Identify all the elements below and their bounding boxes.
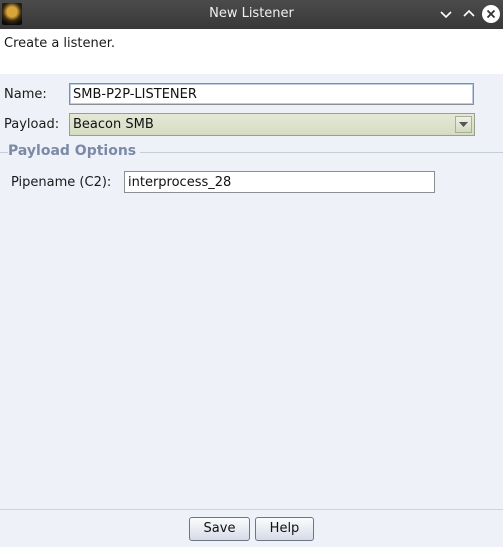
footer-divider bbox=[0, 509, 503, 510]
close-icon bbox=[482, 5, 500, 23]
maximize-button[interactable] bbox=[459, 4, 479, 24]
chevron-up-icon bbox=[463, 9, 475, 17]
pipename-label: Pipename (C2): bbox=[11, 175, 112, 190]
minimize-button[interactable] bbox=[436, 4, 456, 24]
name-field[interactable] bbox=[69, 83, 474, 105]
name-label: Name: bbox=[4, 87, 47, 102]
chevron-down-icon bbox=[440, 11, 452, 19]
close-button[interactable] bbox=[481, 4, 501, 24]
payload-selected-value: Beacon SMB bbox=[73, 117, 154, 132]
title-bar[interactable]: New Listener bbox=[0, 0, 503, 29]
dropdown-arrow-icon[interactable] bbox=[455, 116, 472, 133]
payload-select[interactable]: Beacon SMB bbox=[69, 113, 475, 136]
header-description: Create a listener. bbox=[4, 36, 116, 51]
help-button[interactable]: Help bbox=[255, 517, 314, 541]
payload-options-title: Payload Options bbox=[8, 143, 141, 159]
new-listener-dialog: New Listener Create a listener. Name: Pa… bbox=[0, 0, 503, 547]
dialog-header: Create a listener. bbox=[0, 29, 503, 74]
pipename-field[interactable] bbox=[124, 171, 435, 193]
window-title: New Listener bbox=[209, 6, 294, 21]
save-button[interactable]: Save bbox=[189, 517, 250, 541]
payload-label: Payload: bbox=[4, 117, 60, 132]
